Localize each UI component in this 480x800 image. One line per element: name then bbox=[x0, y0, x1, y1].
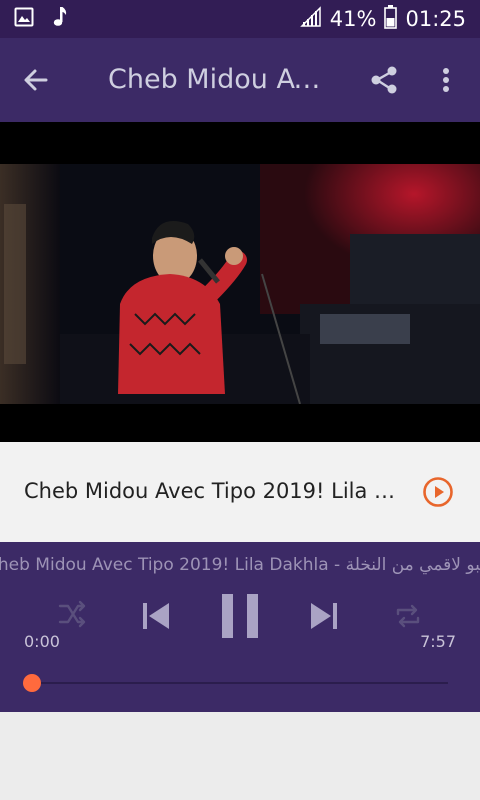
current-time: 0:00 bbox=[24, 632, 60, 651]
signal-icon bbox=[299, 5, 322, 33]
video-thumbnail bbox=[0, 164, 480, 404]
song-list-item[interactable]: Cheb Midou Avec Tipo 2019! Lila Dakhla bbox=[0, 442, 480, 542]
skip-previous-icon bbox=[143, 603, 169, 629]
share-button[interactable] bbox=[366, 62, 402, 98]
clock: 01:25 bbox=[405, 7, 466, 31]
repeat-button[interactable] bbox=[392, 600, 424, 636]
video-player[interactable] bbox=[0, 122, 480, 442]
music-player: Cheb Midou Avec Tipo 2019! Lila Dakhla -… bbox=[0, 542, 480, 712]
back-arrow-icon bbox=[24, 69, 48, 91]
status-bar: 41% 01:25 bbox=[0, 0, 480, 38]
progress-bar[interactable] bbox=[32, 682, 448, 684]
play-circle-icon bbox=[423, 477, 453, 507]
page-title: Cheb Midou Avec Tipo 2019! Lila Dakhla bbox=[108, 64, 333, 95]
pause-button[interactable] bbox=[222, 594, 258, 642]
battery-icon bbox=[384, 4, 398, 34]
play-button[interactable] bbox=[422, 476, 454, 508]
pause-icon bbox=[222, 594, 258, 638]
back-button[interactable] bbox=[18, 62, 54, 98]
battery-percent: 41% bbox=[329, 7, 377, 31]
more-options-button[interactable] bbox=[432, 62, 460, 98]
previous-button[interactable] bbox=[140, 600, 172, 636]
duration: 7:57 bbox=[420, 632, 456, 651]
empty-area bbox=[0, 712, 480, 800]
share-icon bbox=[371, 66, 397, 94]
next-button[interactable] bbox=[308, 600, 340, 636]
repeat-icon bbox=[396, 604, 420, 628]
song-title: Cheb Midou Avec Tipo 2019! Lila Dakhla bbox=[24, 479, 402, 503]
image-icon bbox=[14, 7, 34, 31]
music-note-icon bbox=[52, 6, 68, 32]
skip-next-icon bbox=[311, 603, 337, 629]
app-bar: Cheb Midou Avec Tipo 2019! Lila Dakhla bbox=[0, 38, 480, 122]
now-playing-marquee: Cheb Midou Avec Tipo 2019! Lila Dakhla -… bbox=[0, 552, 480, 578]
progress-thumb[interactable] bbox=[23, 674, 41, 692]
more-vert-icon bbox=[443, 68, 449, 92]
shuffle-button[interactable] bbox=[56, 598, 88, 634]
now-playing-text: Cheb Midou Avec Tipo 2019! Lila Dakhla -… bbox=[0, 555, 480, 575]
shuffle-icon bbox=[58, 600, 86, 628]
